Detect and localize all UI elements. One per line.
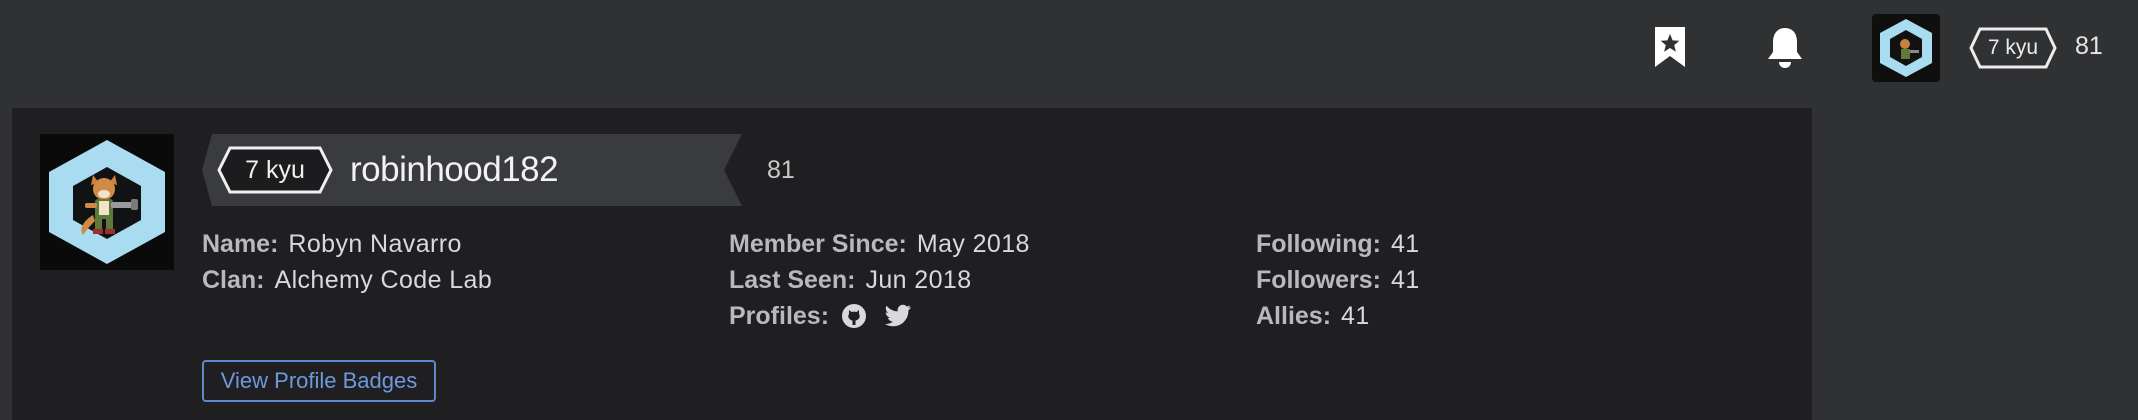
honor-score: 81 <box>767 156 795 184</box>
stat-name-row: Name: Robyn Navarro <box>202 226 492 262</box>
bookmark-star-icon[interactable] <box>1645 22 1695 72</box>
stat-value: Robyn Navarro <box>288 230 462 258</box>
username: robinhood182 <box>350 150 559 189</box>
bell-icon[interactable] <box>1760 22 1810 72</box>
twitter-icon[interactable] <box>883 301 913 331</box>
stat-label: Member Since: <box>729 230 907 258</box>
nav-rank-label: 7 kyu <box>1987 36 2039 59</box>
stat-last-seen-row: Last Seen: Jun 2018 <box>729 262 1030 298</box>
stat-value: 41 <box>1391 266 1420 294</box>
rank-label: 7 kyu <box>245 155 305 184</box>
stat-label: Profiles: <box>729 302 830 330</box>
stats-column-social: Following: 41 Followers: 41 Allies: 41 <box>1256 226 1420 334</box>
stat-label: Clan: <box>202 266 265 294</box>
stat-label: Following: <box>1256 230 1381 258</box>
stat-value: Alchemy Code Lab <box>274 266 493 294</box>
stat-member-since-row: Member Since: May 2018 <box>729 226 1030 262</box>
nav-honor-score: 81 <box>2075 32 2103 60</box>
rank-badge: 7 kyu <box>216 145 334 195</box>
stat-profiles-row: Profiles: <box>729 298 1030 334</box>
stat-label: Allies: <box>1256 302 1332 330</box>
avatar-image-icon <box>1880 19 1932 77</box>
stat-value: May 2018 <box>916 230 1030 258</box>
stat-value: 41 <box>1390 230 1420 258</box>
stat-label: Followers: <box>1256 266 1382 294</box>
view-profile-badges-button[interactable]: View Profile Badges <box>202 360 436 402</box>
stats-column-personal: Name: Robyn Navarro Clan: Alchemy Code L… <box>202 226 492 298</box>
stat-allies-row: Allies: 41 <box>1256 298 1420 334</box>
stat-clan-row: Clan: Alchemy Code Lab <box>202 262 492 298</box>
user-avatar-small[interactable] <box>1872 14 1940 82</box>
profile-avatar <box>40 134 174 270</box>
stat-value: 41 <box>1341 302 1370 330</box>
stat-value: Jun 2018 <box>865 266 972 294</box>
stat-label: Last Seen: <box>729 266 856 294</box>
stats-column-activity: Member Since: May 2018 Last Seen: Jun 20… <box>729 226 1030 334</box>
github-icon[interactable] <box>839 301 869 331</box>
top-navigation-bar: 7 kyu 81 <box>0 0 2138 100</box>
stat-following-row: Following: 41 <box>1256 226 1420 262</box>
username-banner: 7 kyu robinhood182 <box>202 134 742 206</box>
nav-rank-badge[interactable]: 7 kyu <box>1968 26 2058 70</box>
fox-avatar-icon <box>49 140 165 264</box>
profile-card: 7 kyu robinhood182 81 Name: Robyn Navarr… <box>12 108 1812 420</box>
stat-followers-row: Followers: 41 <box>1256 262 1420 298</box>
stat-label: Name: <box>202 230 279 258</box>
